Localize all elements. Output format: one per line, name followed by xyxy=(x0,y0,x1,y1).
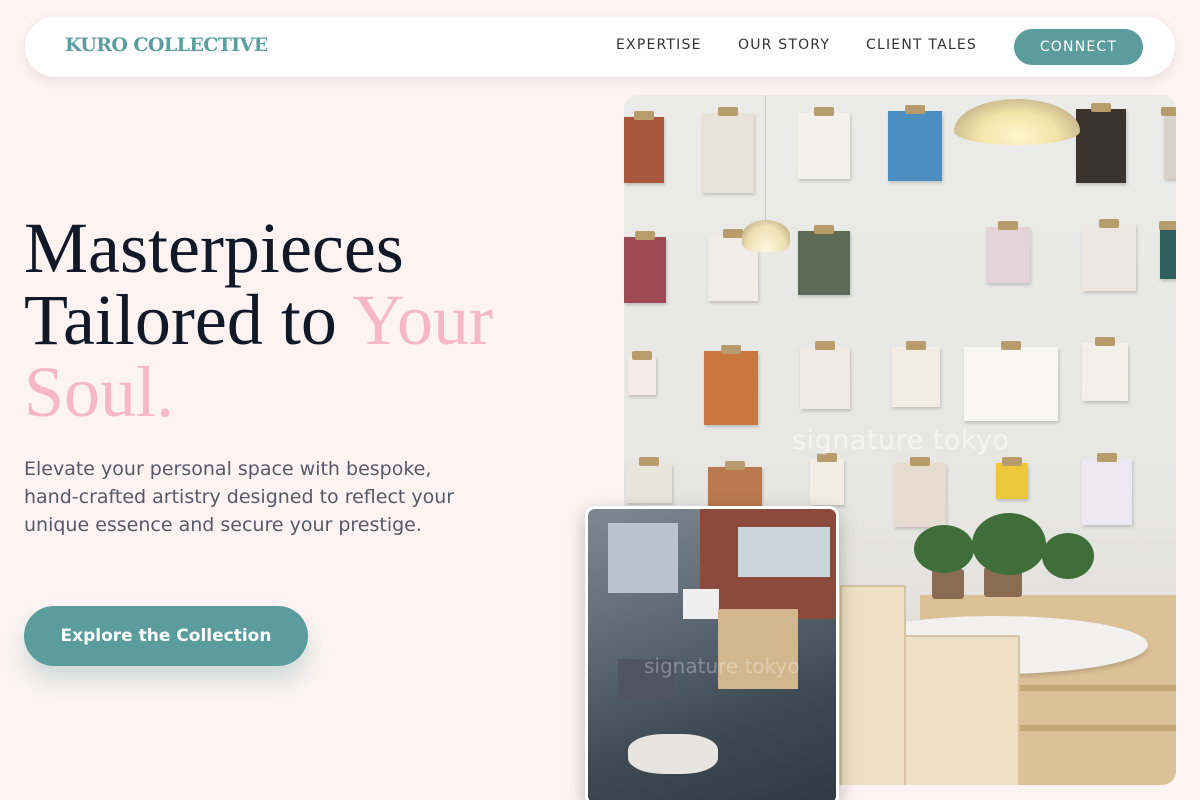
clipboard-art xyxy=(1161,107,1176,179)
window xyxy=(738,527,830,577)
clipboard-art xyxy=(996,457,1028,499)
clipboard-art xyxy=(1082,453,1132,525)
canvas xyxy=(683,589,719,619)
wooden-chair xyxy=(896,635,1020,785)
clipboard-art xyxy=(626,457,672,503)
clipboard-art xyxy=(1082,219,1136,291)
navbar: KURO COLLECTIVE EXPERTISE OUR STORY CLIE… xyxy=(25,17,1175,77)
nav-link-expertise[interactable]: EXPERTISE xyxy=(616,37,702,53)
connect-button[interactable]: CONNECT xyxy=(1014,29,1143,65)
clipboard-art xyxy=(888,105,942,181)
clipboard-art xyxy=(986,221,1030,283)
headline-accent-1: Your xyxy=(352,280,493,360)
clipboard-art xyxy=(798,107,850,179)
headline-line-1: Masterpieces xyxy=(24,208,404,288)
clipboard-art xyxy=(1076,103,1126,183)
nav-link-our-story[interactable]: OUR STORY xyxy=(738,37,830,53)
wooden-chair xyxy=(840,585,906,785)
explore-collection-button[interactable]: Explore the Collection xyxy=(24,606,308,666)
clipboard-art xyxy=(894,457,946,527)
floor-rug xyxy=(628,734,718,774)
canvas xyxy=(608,523,678,593)
nav-link-client-tales[interactable]: CLIENT TALES xyxy=(866,37,977,53)
hero-headline: Masterpieces Tailored to Your Soul. xyxy=(24,212,493,428)
page: KURO COLLECTIVE EXPERTISE OUR STORY CLIE… xyxy=(0,0,1200,800)
inset-watermark: signature tokyo xyxy=(644,654,800,678)
clipboard-art xyxy=(628,351,656,395)
image-watermark: signature tokyo xyxy=(792,425,1010,456)
plant xyxy=(914,525,974,573)
clipboard-art xyxy=(810,453,844,505)
clipboard-art xyxy=(704,345,758,425)
studio-inset-image: signature tokyo xyxy=(585,506,839,800)
pendant-lamp-small xyxy=(742,220,790,252)
plant xyxy=(1042,533,1094,579)
clipboard-art xyxy=(624,111,664,183)
clipboard-art xyxy=(702,107,754,193)
clipboard-art xyxy=(798,225,850,295)
clipboard-art xyxy=(964,341,1058,421)
clipboard-art xyxy=(708,461,762,507)
clipboard-art xyxy=(1159,221,1176,279)
lamp-cord xyxy=(765,95,766,221)
headline-accent-2: Soul. xyxy=(24,352,175,432)
pendant-lamp-large xyxy=(954,99,1080,145)
clipboard-art xyxy=(892,341,940,407)
brand-logo[interactable]: KURO COLLECTIVE xyxy=(65,34,268,56)
clipboard-art xyxy=(800,341,850,409)
hero-subtext: Elevate your personal space with bespoke… xyxy=(24,458,455,536)
clipboard-art xyxy=(1082,337,1128,401)
clipboard-art xyxy=(624,231,666,303)
headline-line-2: Tailored to xyxy=(24,280,353,360)
plant xyxy=(972,513,1046,575)
plant-pot xyxy=(932,569,964,599)
